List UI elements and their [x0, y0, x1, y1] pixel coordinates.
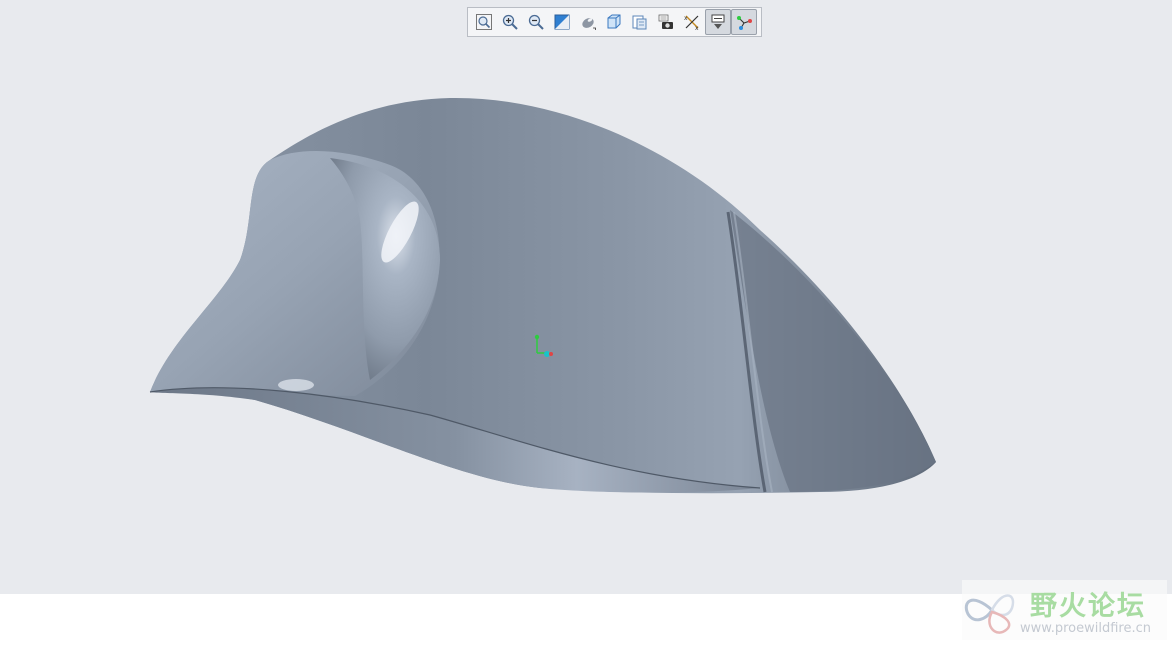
watermark-url: www.proewildfire.cn [1020, 621, 1151, 636]
refit-button[interactable] [471, 9, 497, 35]
view-manager-icon [632, 15, 647, 30]
svg-text:x: x [684, 15, 688, 22]
datum-display-icon: x x [684, 15, 699, 31]
zoom-in-button[interactable] [497, 9, 523, 35]
camera-icon [658, 14, 673, 29]
repaint-button[interactable] [549, 9, 575, 35]
annotation-display-button[interactable] [705, 9, 731, 35]
display-style-button[interactable] [575, 9, 601, 35]
zoom-out-icon [528, 14, 544, 30]
watermark-title: 野火论坛 [1030, 591, 1146, 622]
cube-view-icon [607, 14, 621, 29]
annotation-display-icon [711, 14, 725, 29]
display-style-icon [582, 18, 596, 30]
svg-text:x: x [695, 25, 699, 31]
zoom-in-icon [502, 14, 518, 30]
model-surface[interactable] [0, 0, 1172, 594]
view-manager-button[interactable] [627, 9, 653, 35]
graphics-viewport[interactable]: x x [0, 0, 1172, 594]
repaint-icon [554, 14, 570, 30]
perspective-view-button[interactable] [653, 9, 679, 35]
view-toolbar: x x [467, 7, 762, 37]
spin-center-button[interactable] [731, 9, 757, 35]
zoom-fit-icon [476, 14, 492, 30]
forum-watermark: 野火论坛 www.proewildfire.cn [962, 580, 1167, 640]
zoom-out-button[interactable] [523, 9, 549, 35]
saved-orientations-button[interactable] [601, 9, 627, 35]
datum-display-button[interactable]: x x [679, 9, 705, 35]
butterfly-logo-icon [964, 594, 1015, 634]
spin-center-icon [737, 16, 752, 30]
